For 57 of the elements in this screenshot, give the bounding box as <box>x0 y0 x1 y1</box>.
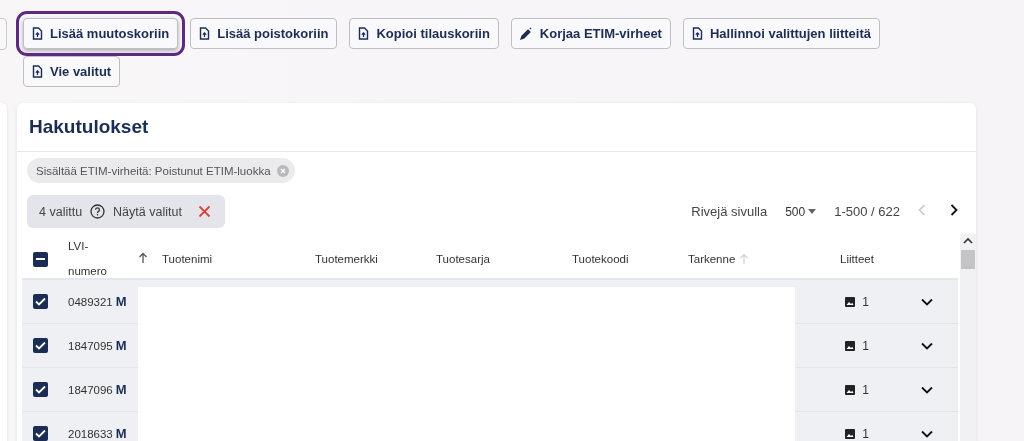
column-header[interactable]: LVI-numero <box>68 234 118 284</box>
rows-per-page-select[interactable]: 500 <box>779 203 823 220</box>
attachment-count: 1 <box>862 338 869 353</box>
next-page-icon[interactable] <box>950 204 958 216</box>
lvi-number: 1847095 <box>68 339 113 352</box>
column-header[interactable]: Tuotekoodi <box>572 253 629 265</box>
attachment-count: 1 <box>862 382 869 397</box>
image-icon <box>845 428 856 439</box>
attachment-count: 1 <box>862 426 869 441</box>
expand-chevron-icon[interactable] <box>921 342 933 350</box>
image-icon <box>845 384 856 395</box>
caret-icon <box>808 209 817 214</box>
help-icon[interactable] <box>90 204 106 219</box>
sort-up-arrow-icon[interactable] <box>138 252 148 264</box>
expand-chevron-icon[interactable] <box>921 386 933 394</box>
file-upload-icon <box>32 27 43 40</box>
rows-per-page-label: Rivejä sivulla <box>691 204 768 219</box>
selected-count: 4 valittu <box>39 204 83 219</box>
lvi-number: 1847096 <box>68 383 113 396</box>
badge-label: M <box>115 382 127 397</box>
expand-chevron-icon[interactable] <box>921 298 933 306</box>
select-all-checkbox[interactable] <box>33 251 48 267</box>
file-upload-icon <box>199 27 211 40</box>
show-selected-link[interactable]: Näytä valitut <box>113 204 182 219</box>
toolbar-button[interactable]: Vie valitut <box>23 56 121 87</box>
toolbar-button[interactable]: Hallinnoi valittujen liitteitä <box>682 18 881 49</box>
badge-label: M <box>115 294 127 309</box>
row-checkbox[interactable] <box>33 426 48 441</box>
toolbar-button[interactable]: Lisää poistokoriin <box>190 18 338 49</box>
pen-icon <box>519 27 533 40</box>
column-header[interactable]: Tuotesarja <box>436 253 490 265</box>
column-header[interactable]: Tuotemerkki <box>315 253 378 265</box>
column-header[interactable]: Tuotenimi <box>162 253 213 265</box>
file-upload-icon <box>691 27 703 40</box>
file-upload-icon <box>358 27 370 40</box>
filter-chip[interactable]: Sisältää ETIM-virheitä: Poistunut ETIM-luokka <box>27 158 295 183</box>
lvi-number: 0489321 <box>68 295 113 308</box>
toolbar-button[interactable]: Kopioi tilauskoriin <box>349 18 499 49</box>
row-checkbox[interactable] <box>33 382 48 397</box>
row-checkbox[interactable] <box>33 338 48 353</box>
minus-icon <box>36 258 45 260</box>
image-icon <box>845 340 856 351</box>
clear-selection-icon[interactable] <box>197 205 211 218</box>
column-header[interactable]: Liitteet <box>840 253 874 265</box>
file-upload-icon <box>32 65 43 78</box>
row-checkbox[interactable] <box>33 294 48 309</box>
toolbar-button[interactable]: Korjaa ETIM-virheet <box>510 18 671 49</box>
badge-label: M <box>115 338 127 353</box>
scrollbar-thumb[interactable] <box>961 250 975 269</box>
page-range: 1-500 / 622 <box>834 204 900 219</box>
attachment-count: 1 <box>862 294 869 309</box>
panel-title: Hakutulokset <box>29 116 149 138</box>
image-icon <box>845 296 856 307</box>
lvi-number: 2018633 <box>68 427 113 440</box>
badge-label: M <box>115 426 127 441</box>
column-header[interactable]: Tarkenne <box>688 253 750 265</box>
expand-chevron-icon[interactable] <box>921 430 933 438</box>
